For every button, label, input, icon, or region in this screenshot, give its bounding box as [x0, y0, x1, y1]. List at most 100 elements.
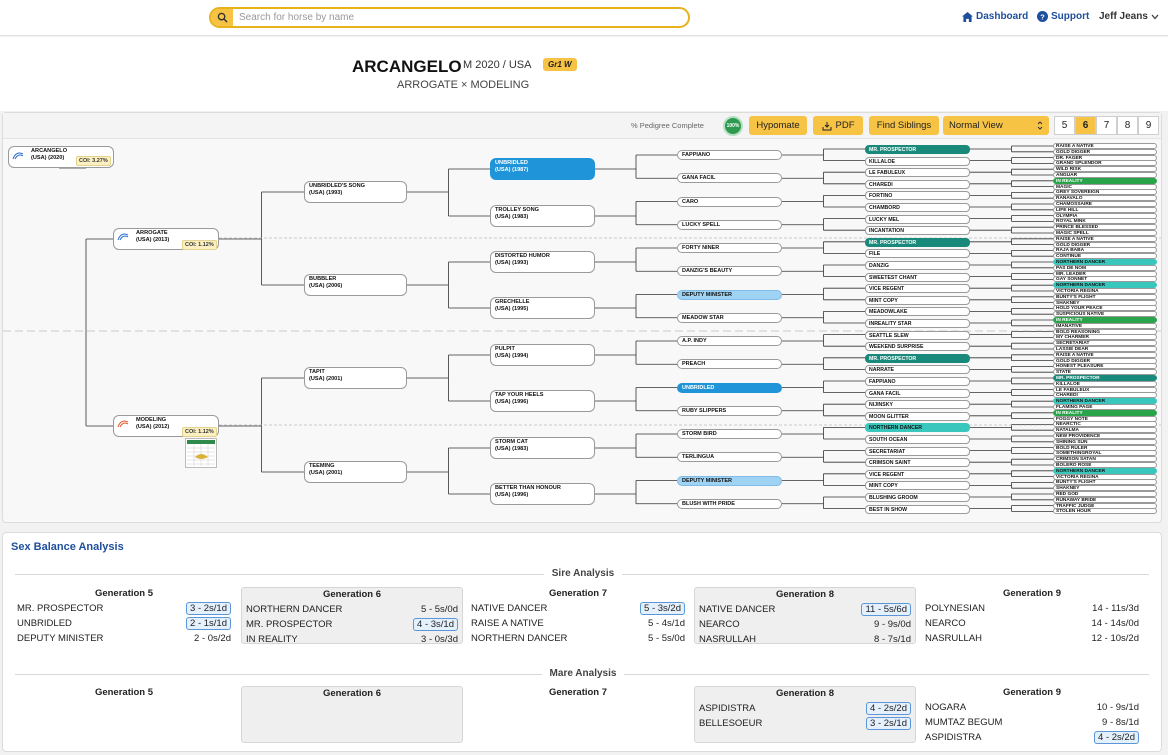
gen6-node[interactable]: RUNAWAY BRIDE: [1053, 496, 1157, 503]
search-input[interactable]: [233, 9, 688, 26]
gen5-node[interactable]: FAPPIANO: [865, 377, 970, 386]
gen5-node[interactable]: MEADOWLAKE: [865, 307, 970, 317]
gen-button-8[interactable]: 8: [1117, 116, 1138, 135]
ancestor-row[interactable]: DEPUTY MINISTER 2 - 0s/2d: [13, 631, 235, 646]
support-link[interactable]: ? Support: [1037, 11, 1089, 22]
gen5-node[interactable]: KILLALOE: [865, 156, 970, 166]
gen-button-6[interactable]: 6: [1075, 116, 1096, 135]
gen-button-7[interactable]: 7: [1096, 116, 1117, 135]
gen6-node[interactable]: SHINING SUN: [1053, 438, 1157, 445]
gen3-node[interactable]: PULPIT (USA) (1994): [490, 344, 595, 366]
gen4-node[interactable]: BLUSH WITH PRIDE: [677, 498, 782, 509]
ancestor-row[interactable]: ASPIDISTRA 4 - 2s/2d: [921, 730, 1143, 745]
gen5-node[interactable]: INREALITY STAR: [865, 319, 970, 328]
gen4-node[interactable]: CARO: [677, 196, 782, 207]
gen2-node[interactable]: TAPIT (USA) (2001): [304, 367, 407, 389]
ancestor-row[interactable]: RAISE A NATIVE 5 - 4s/1d: [467, 616, 689, 631]
gen6-node[interactable]: RAISE A NATIVE: [1053, 235, 1157, 242]
gen5-node[interactable]: VICE REGENT: [865, 469, 970, 479]
gen4-node[interactable]: DANZIG'S BEAUTY: [677, 266, 782, 277]
gen5-node[interactable]: DANZIG: [865, 261, 970, 270]
gen4-node[interactable]: LUCKY SPELL: [677, 219, 782, 230]
gen-button-5[interactable]: 5: [1054, 116, 1075, 135]
gen3-node[interactable]: GRECHELLE (USA) (1995): [490, 297, 595, 319]
gen4-node[interactable]: TERLINGUA: [677, 452, 782, 463]
gen3-node[interactable]: UNBRIDLED (USA) (1987): [490, 158, 595, 180]
ancestor-row[interactable]: MR. PROSPECTOR 4 - 3s/1d: [242, 617, 462, 632]
ancestor-row[interactable]: NOGARA 10 - 9s/1d: [921, 700, 1143, 715]
gen5-node[interactable]: NARRATE: [865, 365, 970, 375]
gen2-node[interactable]: BUBBLER (USA) (2006): [304, 274, 407, 296]
gen5-node[interactable]: LE FABULEUX: [865, 168, 970, 178]
view-select[interactable]: Normal View: [943, 116, 1049, 135]
gen-button-9[interactable]: 9: [1138, 116, 1159, 135]
gen5-node[interactable]: INCANTATION: [865, 226, 970, 236]
gen3-node[interactable]: TAP YOUR HEELS (USA) (1996): [490, 390, 595, 412]
ancestor-row[interactable]: NORTHERN DANCER 5 - 5s/0d: [242, 602, 462, 617]
gen6-node[interactable]: BUNTY'S FLIGHT: [1053, 293, 1157, 300]
gen5-node[interactable]: SECRETARIAT: [865, 446, 970, 456]
ancestor-row[interactable]: NATIVE DANCER 11 - 5s/6d: [695, 602, 915, 617]
hypomate-button[interactable]: Hypomate: [749, 116, 807, 135]
gen6-node[interactable]: IN REALITY: [1053, 177, 1157, 184]
gen5-node[interactable]: VICE REGENT: [865, 284, 970, 294]
gen4-node[interactable]: MEADOW STAR: [677, 312, 782, 323]
ancestor-row[interactable]: BELLESOEUR 3 - 2s/1d: [695, 716, 915, 731]
user-menu[interactable]: Jeff Jeans: [1099, 11, 1159, 22]
gen5-node[interactable]: SOUTH OCEAN: [865, 435, 970, 444]
gen4-node[interactable]: RUBY SLIPPERS: [677, 405, 782, 416]
gen5-node[interactable]: BEST IN SHOW: [865, 504, 970, 514]
gen4-node[interactable]: FORTY NINER: [677, 243, 782, 253]
search-icon[interactable]: [211, 9, 233, 26]
gen2-node[interactable]: TEEMING (USA) (2001): [304, 461, 407, 483]
gen5-node[interactable]: SWEETEST CHANT: [865, 272, 970, 282]
gen6-node[interactable]: GOLD DIGGER: [1053, 148, 1157, 155]
ancestor-row[interactable]: NASRULLAH 12 - 10s/2d: [921, 631, 1143, 646]
gen6-node[interactable]: LIFE HILL: [1053, 206, 1157, 213]
gen5-node[interactable]: MOON GLITTER: [865, 411, 970, 421]
gen5-node[interactable]: NORTHERN DANCER: [865, 423, 970, 433]
gen6-node[interactable]: STOLEN HOUR: [1053, 508, 1157, 515]
ancestor-row[interactable]: MUMTAZ BEGUM 9 - 8s/1d: [921, 715, 1143, 730]
gen5-node[interactable]: CHAMBORD: [865, 203, 970, 212]
gen4-node[interactable]: GANA FACIL: [677, 173, 782, 184]
find-siblings-button[interactable]: Find Siblings: [869, 116, 939, 135]
gen5-node[interactable]: WEEKEND SURPRISE: [865, 342, 970, 352]
gen3-node[interactable]: BETTER THAN HONOUR (USA) (1996): [490, 483, 595, 505]
ancestor-row[interactable]: MR. PROSPECTOR 3 - 2s/1d: [13, 601, 235, 616]
gen6-node[interactable]: IMANATIVE: [1053, 322, 1157, 329]
ancestor-row[interactable]: NEARCO 9 - 9s/0d: [695, 617, 915, 632]
gen5-node[interactable]: BLUSHING GROOM: [865, 493, 970, 502]
gen3-node[interactable]: DISTORTED HUMOR (USA) (1993): [490, 251, 595, 273]
gen6-node[interactable]: NORTHERN DANCER: [1053, 467, 1157, 474]
gen5-node[interactable]: NIJINSKY: [865, 400, 970, 410]
gen3-node[interactable]: TROLLEY SONG (USA) (1983): [490, 205, 595, 227]
gen4-node[interactable]: STORM BIRD: [677, 429, 782, 439]
gen4-node[interactable]: PREACH: [677, 359, 782, 370]
gen2-node[interactable]: UNBRIDLED'S SONG (USA) (1993): [304, 181, 407, 203]
dashboard-link[interactable]: Dashboard: [962, 11, 1028, 22]
gen5-node[interactable]: FORTINO: [865, 191, 970, 201]
ancestor-row[interactable]: POLYNESIAN 14 - 11s/3d: [921, 601, 1143, 616]
gen4-node[interactable]: DEPUTY MINISTER: [677, 475, 782, 486]
gen6-node[interactable]: PAS DE NOM: [1053, 264, 1157, 271]
gen4-node[interactable]: FAPPIANO: [677, 150, 782, 160]
gen5-node[interactable]: MR. PROSPECTOR: [865, 145, 970, 154]
gen4-node[interactable]: A.P. INDY: [677, 336, 782, 346]
gen5-node[interactable]: SEATTLE SLEW: [865, 330, 970, 340]
gen3-node[interactable]: STORM CAT (USA) (1983): [490, 437, 595, 459]
gen5-node[interactable]: FILE: [865, 249, 970, 259]
gen6-node[interactable]: RAISE A NATIVE: [1053, 351, 1157, 358]
ancestor-row[interactable]: NATIVE DANCER 5 - 3s/2d: [467, 601, 689, 616]
gen5-node[interactable]: LUCKY MEL: [865, 214, 970, 224]
gen5-node[interactable]: CHAREDI: [865, 179, 970, 189]
search-bar[interactable]: [209, 7, 690, 28]
mating-chart-thumbnail[interactable]: [185, 438, 217, 468]
gen5-node[interactable]: CRIMSON SAINT: [865, 458, 970, 468]
ancestor-row[interactable]: NORTHERN DANCER 5 - 5s/0d: [467, 631, 689, 646]
gen6-node[interactable]: KILLALOE: [1053, 380, 1157, 387]
ancestor-row[interactable]: IN REALITY 3 - 0s/3d: [242, 632, 462, 647]
gen4-node[interactable]: DEPUTY MINISTER: [677, 289, 782, 300]
gen5-node[interactable]: MR. PROSPECTOR: [865, 237, 970, 247]
gen5-node[interactable]: MR. PROSPECTOR: [865, 353, 970, 363]
